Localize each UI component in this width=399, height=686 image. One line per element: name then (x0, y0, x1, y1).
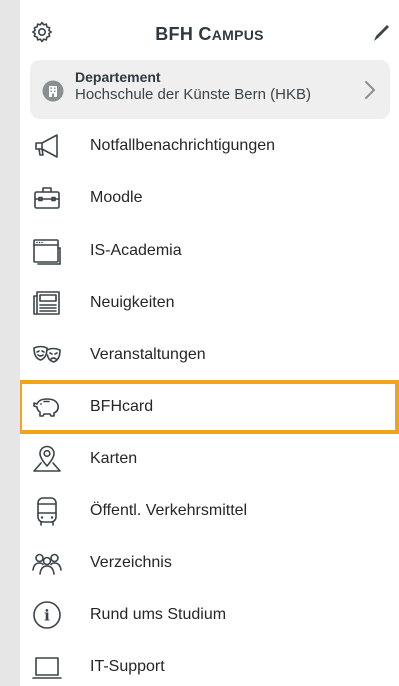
menu-item-notfallbenachrichtigungen[interactable]: Notfallbenachrichtigungen (20, 121, 399, 173)
menu-item-rund-ums-studium[interactable]: i Rund ums Studium (20, 590, 399, 642)
theater-masks-icon (33, 345, 61, 363)
menu-item-label: BFHcard (90, 398, 154, 415)
menu-header: BFH CAMPUS (20, 0, 399, 62)
newspaper-icon (33, 291, 60, 315)
menu-item-label: IS-Academia (90, 242, 182, 259)
menu-item-karten[interactable]: Karten (20, 434, 399, 486)
menu-item-label: Moodle (90, 189, 143, 206)
menu-item-is-academia[interactable]: IS-Academia (20, 226, 399, 278)
menu-item-bfhcard[interactable]: BFHcard (20, 380, 399, 434)
menu-item-neuigkeiten[interactable]: Neuigkeiten (20, 278, 399, 330)
menu-item-label: Notfallbenachrichtigungen (90, 137, 276, 154)
chevron-right-icon (365, 81, 375, 99)
piggy-bank-icon (33, 398, 59, 417)
menu-item-oeffentl-verkehrsmittel[interactable]: Öffentl. Verkehrsmittel (20, 486, 399, 538)
menu-item-label: Rund ums Studium (90, 606, 227, 623)
menu-item-it-support[interactable]: IT-Support (20, 642, 399, 686)
menu-item-verzeichnis[interactable]: Verzeichnis (20, 538, 399, 590)
menu-item-veranstaltungen[interactable]: Veranstaltungen (20, 330, 399, 382)
menu-item-label: Karten (90, 450, 138, 467)
building-icon (42, 80, 64, 102)
people-icon (32, 553, 62, 575)
laptop-icon (32, 657, 62, 679)
menu-item-label: IT-Support (90, 658, 165, 675)
info-icon: i (33, 601, 61, 629)
bus-icon (37, 497, 57, 526)
briefcase-icon (34, 187, 60, 209)
menu-item-moodle[interactable]: Moodle (20, 173, 399, 225)
app-title-small-caps: AMPUS (211, 27, 264, 43)
app-title: BFH CAMPUS (20, 24, 399, 45)
map-pin-icon (33, 445, 61, 472)
department-value: Hochschule der Künste Bern (HKB) (75, 86, 311, 103)
pencil-icon[interactable] (369, 21, 393, 45)
department-label: Departement (75, 69, 161, 85)
menu-item-label: Veranstaltungen (90, 346, 206, 363)
app-title-prefix: BFH C (155, 24, 212, 44)
menu-item-label: Verzeichnis (90, 554, 172, 571)
menu-item-label: Neuigkeiten (90, 294, 175, 311)
menu-item-label: Öffentl. Verkehrsmittel (90, 502, 248, 519)
megaphone-icon (35, 134, 58, 158)
side-menu-panel: BFH CAMPUS Departement Hochschule der Kü… (20, 0, 399, 686)
svg-text:i: i (44, 607, 50, 625)
browser-window-icon (33, 239, 61, 265)
department-selector[interactable]: Departement Hochschule der Künste Bern (… (30, 60, 390, 119)
